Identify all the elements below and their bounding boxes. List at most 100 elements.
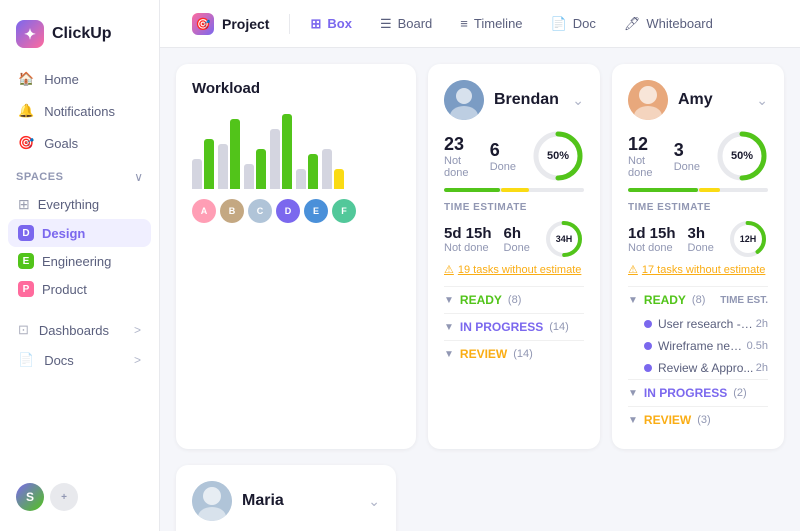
sidebar-item-engineering[interactable]: E Engineering xyxy=(8,247,151,275)
bar xyxy=(308,154,318,189)
bar xyxy=(230,119,240,189)
brendan-name: Brendan xyxy=(494,91,559,109)
amy-name: Amy xyxy=(678,91,713,109)
maria-expand-icon[interactable]: ⌄ xyxy=(368,493,380,510)
brendan-time-est-label: TIME ESTIMATE xyxy=(444,202,584,213)
bar xyxy=(270,129,280,189)
avatar: A xyxy=(192,199,216,223)
user-avatar[interactable]: S xyxy=(16,483,44,511)
bar-group-2 xyxy=(218,119,240,189)
dashboards-icon: ⊡ xyxy=(18,322,29,338)
bar xyxy=(334,169,344,189)
board-icon: ☰ xyxy=(380,16,392,32)
task-name-2: Wireframe new... xyxy=(658,339,747,353)
design-dot: D xyxy=(18,225,34,241)
bar xyxy=(244,164,254,189)
inprogress-arrow-icon: ▼ xyxy=(444,322,454,333)
amy-header: Amy ⌄ xyxy=(628,80,768,120)
content-area: Workload xyxy=(160,48,800,531)
logo-area[interactable]: ✦ ClickUp xyxy=(0,12,159,64)
amy-time-row: 1d 15h Not done 3h Done 12H xyxy=(628,219,768,259)
amy-inprogress-section[interactable]: ▼ IN PROGRESS (2) xyxy=(628,379,768,406)
bar-group-5 xyxy=(296,154,318,189)
brendan-done-value: 6 xyxy=(490,140,516,161)
tab-timeline[interactable]: ≡ Timeline xyxy=(448,10,534,37)
brendan-avatar xyxy=(444,80,484,120)
brendan-time-not-done-lbl: Not done xyxy=(444,242,492,254)
amy-time-done: 3h Done xyxy=(688,225,714,254)
amy-progress-bar xyxy=(628,188,768,192)
brendan-not-done-stat: 23 Not done xyxy=(444,134,474,179)
amy-time-not-done-val: 1d 15h xyxy=(628,225,676,242)
main-nav: 🏠 Home 🔔 Notifications 🎯 Goals xyxy=(0,64,159,158)
bar xyxy=(218,144,228,189)
brendan-review-label: REVIEW xyxy=(460,347,507,361)
brendan-warn[interactable]: ⚠ 19 tasks without estimate xyxy=(444,263,584,276)
amy-avatar-image xyxy=(628,80,668,120)
bar xyxy=(204,139,214,189)
docs-icon: 📄 xyxy=(18,352,34,368)
sidebar-item-dashboards[interactable]: ⊡ Dashboards > xyxy=(8,315,151,345)
brendan-review-section[interactable]: ▼ REVIEW (14) xyxy=(444,340,584,367)
amy-done-label: Done xyxy=(674,161,700,173)
amy-ready-section[interactable]: ▼ READY (8) TIME EST. xyxy=(628,286,768,313)
brendan-time-done: 6h Done xyxy=(504,225,530,254)
chevron-down-icon[interactable]: ∨ xyxy=(134,170,143,184)
amy-time-done-lbl: Done xyxy=(688,242,714,254)
amy-percent-text: 50% xyxy=(731,150,753,162)
project-icon: 🎯 xyxy=(192,13,214,35)
amy-done-value: 3 xyxy=(674,140,700,161)
amy-review-arrow-icon: ▼ xyxy=(628,415,638,426)
amy-hours-circle: 12H xyxy=(728,219,768,259)
task-row-2: Wireframe new... 0.5h xyxy=(628,335,768,357)
amy-ready-count: (8) xyxy=(692,294,705,306)
home-icon: 🏠 xyxy=(18,71,34,87)
logo-text: ClickUp xyxy=(52,25,112,43)
task-row-1: User research - P... 2h xyxy=(628,313,768,335)
brendan-not-done-label: Not done xyxy=(444,155,474,179)
bar xyxy=(192,159,202,189)
amy-inprogress-arrow-icon: ▼ xyxy=(628,388,638,399)
grid-icon: ⊞ xyxy=(18,196,30,213)
brendan-ready-section[interactable]: ▼ READY (8) xyxy=(444,286,584,313)
sidebar-item-notifications[interactable]: 🔔 Notifications xyxy=(8,96,151,126)
brendan-expand-icon[interactable]: ⌄ xyxy=(572,92,584,109)
project-nav-item[interactable]: 🎯 Project xyxy=(180,7,281,41)
amy-review-section[interactable]: ▼ REVIEW (3) xyxy=(628,406,768,433)
add-user-icon[interactable]: + xyxy=(50,483,78,511)
task-dot-3 xyxy=(644,364,652,372)
sidebar-item-docs[interactable]: 📄 Docs > xyxy=(8,345,151,375)
sidebar-item-design[interactable]: D Design xyxy=(8,219,151,247)
amy-stats: 12 Not done 3 Done 50% xyxy=(628,130,768,182)
amy-hours-text: 12H xyxy=(740,234,757,244)
workload-chart xyxy=(192,109,400,189)
product-dot: P xyxy=(18,281,34,297)
amy-time-est-col: TIME EST. xyxy=(720,295,768,306)
tab-whiteboard[interactable]: 🖊 Whiteboard xyxy=(612,10,725,38)
engineering-dot: E xyxy=(18,253,34,269)
tab-board[interactable]: ☰ Board xyxy=(368,10,444,38)
amy-expand-icon[interactable]: ⌄ xyxy=(756,92,768,109)
task-time-1: 2h xyxy=(756,318,768,330)
avatar: F xyxy=(332,199,356,223)
sidebar-item-product[interactable]: P Product xyxy=(8,275,151,303)
top-navigation: 🎯 Project ⊞ Box ☰ Board ≡ Timeline 📄 Doc… xyxy=(160,0,800,48)
tab-doc[interactable]: 📄 Doc xyxy=(539,10,608,38)
sidebar-item-home[interactable]: 🏠 Home xyxy=(8,64,151,94)
avatar-image xyxy=(444,80,484,120)
review-arrow-icon: ▼ xyxy=(444,349,454,360)
amy-ready-label: READY xyxy=(644,293,686,307)
sidebar-item-everything[interactable]: ⊞ Everything xyxy=(8,190,151,219)
task-dot-2 xyxy=(644,342,652,350)
sidebar-item-goals[interactable]: 🎯 Goals xyxy=(8,128,151,158)
brendan-time-row: 5d 15h Not done 6h Done 34H xyxy=(444,219,584,259)
bar-group-4 xyxy=(270,114,292,189)
brendan-hours-text: 34H xyxy=(556,234,573,244)
brendan-progress-circle: 50% xyxy=(532,130,584,182)
brendan-progress-bar xyxy=(444,188,584,192)
brendan-inprogress-section[interactable]: ▼ IN PROGRESS (14) xyxy=(444,313,584,340)
amy-warn[interactable]: ⚠ 17 tasks without estimate xyxy=(628,263,768,276)
amy-done-stat: 3 Done xyxy=(674,140,700,173)
tab-box[interactable]: ⊞ Box xyxy=(298,10,363,38)
ready-arrow-icon: ▼ xyxy=(444,295,454,306)
